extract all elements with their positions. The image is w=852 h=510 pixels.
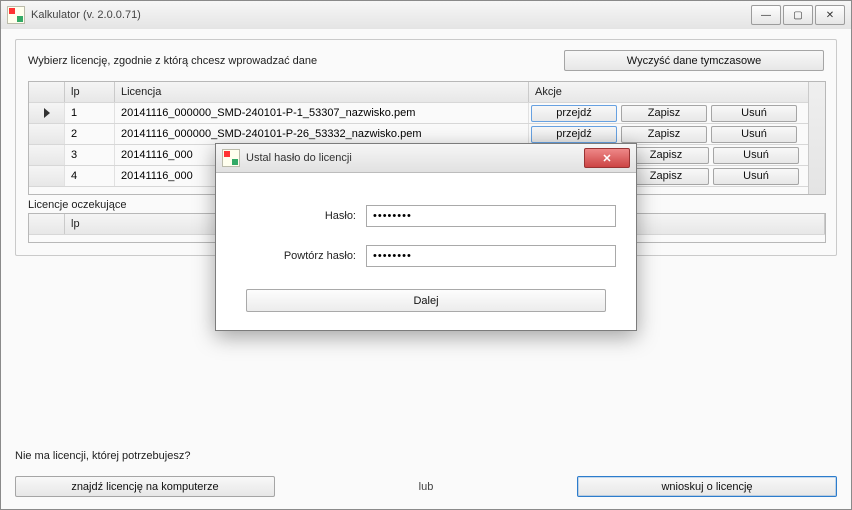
password-label: Hasło: bbox=[236, 210, 356, 222]
close-button[interactable]: ✕ bbox=[815, 5, 845, 25]
dialog-body: Hasło: Powtórz hasło: Dalej bbox=[216, 173, 636, 330]
window-title: Kalkulator (v. 2.0.0.71) bbox=[31, 9, 141, 21]
dialog-close-button[interactable]: ✕ bbox=[584, 148, 630, 168]
app-icon bbox=[7, 6, 25, 24]
dialog-titlebar[interactable]: Ustal hasło do licencji ✕ bbox=[216, 144, 636, 173]
minimize-button[interactable]: — bbox=[751, 5, 781, 25]
password-input[interactable] bbox=[366, 205, 616, 227]
dialog-title: Ustal hasło do licencji bbox=[246, 152, 584, 164]
dialog-app-icon bbox=[222, 149, 240, 167]
window-controls: — ▢ ✕ bbox=[751, 5, 845, 25]
next-button[interactable]: Dalej bbox=[246, 289, 606, 312]
password-dialog: Ustal hasło do licencji ✕ Hasło: Powtórz… bbox=[215, 143, 637, 331]
repeat-password-input[interactable] bbox=[366, 245, 616, 267]
maximize-icon: ▢ bbox=[793, 10, 802, 21]
titlebar[interactable]: Kalkulator (v. 2.0.0.71) — ▢ ✕ bbox=[1, 1, 851, 30]
repeat-password-label: Powtórz hasło: bbox=[236, 250, 356, 262]
minimize-icon: — bbox=[761, 10, 771, 21]
main-window: Kalkulator (v. 2.0.0.71) — ▢ ✕ Wybierz l… bbox=[0, 0, 852, 510]
maximize-button[interactable]: ▢ bbox=[783, 5, 813, 25]
close-icon: ✕ bbox=[602, 152, 611, 165]
close-icon: ✕ bbox=[826, 10, 834, 21]
